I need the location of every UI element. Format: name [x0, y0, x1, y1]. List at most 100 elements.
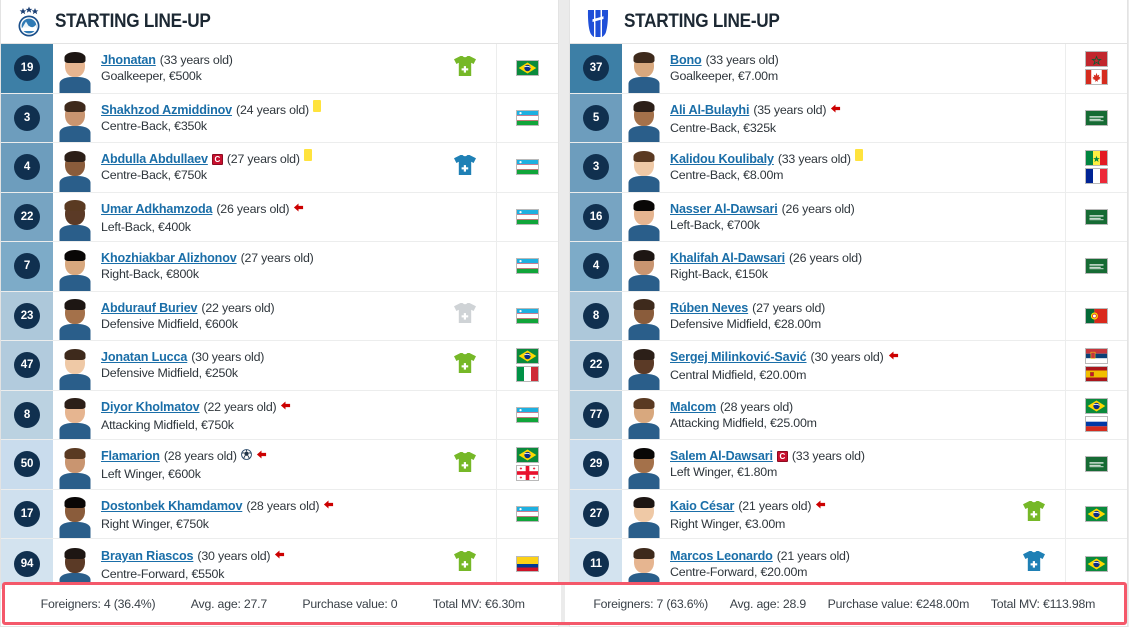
- player-row[interactable]: 3 Kalidou Koulibaly (33 years old) Centre-B…: [570, 143, 1127, 193]
- player-photo-cell[interactable]: [622, 440, 662, 489]
- flag-brazil-icon: [1085, 397, 1108, 414]
- player-name-link[interactable]: Abdulla Abdullaev: [101, 152, 208, 166]
- player-age: (26 years old): [781, 201, 855, 216]
- player-name-link[interactable]: Bono: [670, 53, 702, 67]
- jersey-plus-grey-icon[interactable]: [452, 302, 478, 329]
- substitution-icon-cell: [434, 44, 496, 93]
- yellow-card-icon: [854, 149, 863, 162]
- player-photo-cell[interactable]: [53, 341, 93, 390]
- player-name-link[interactable]: Ali Al-Bulayhi: [670, 103, 749, 117]
- player-photo-cell[interactable]: [622, 94, 662, 142]
- player-name-link[interactable]: Diyor Kholmatov: [101, 400, 200, 414]
- jersey-plus-green-icon[interactable]: [452, 352, 478, 379]
- substitution-icon-cell: [434, 94, 496, 143]
- player-name-link[interactable]: Sergej Milinković-Savić: [670, 350, 807, 364]
- player-photo-cell[interactable]: [53, 94, 93, 142]
- player-name-link[interactable]: Salem Al-Dawsari: [670, 449, 773, 463]
- summary-stat-item: Foreigners: 7 (63.6%): [593, 596, 709, 611]
- player-name-link[interactable]: Brayan Riascos: [101, 549, 194, 563]
- player-row[interactable]: 23 Abdurauf Buriev (22 years old) Defensive…: [1, 291, 558, 341]
- player-name-link[interactable]: Dostonbek Khamdamov: [101, 499, 242, 513]
- substitution-icon-cell: [434, 143, 496, 192]
- player-row[interactable]: 3 Shakhzod Azmiddinov (24 years old) Centre…: [1, 93, 558, 143]
- player-name-link[interactable]: Khozhiakbar Alizhonov: [101, 251, 237, 265]
- player-photo-cell[interactable]: [622, 341, 662, 390]
- player-row[interactable]: 8 Rúben Neves (27 years old) Defensive Midf…: [570, 291, 1127, 341]
- player-name-line: Brayan Riascos (30 years old): [101, 547, 434, 565]
- goal-scored-icon: [240, 447, 252, 465]
- jersey-plus-green-icon[interactable]: [452, 451, 478, 478]
- player-name-link[interactable]: Umar Adkhamzoda: [101, 202, 213, 216]
- player-photo-cell[interactable]: [622, 292, 662, 340]
- player-row[interactable]: 29 Salem Al-Dawsari C (33 years old) Left Wi…: [570, 440, 1127, 490]
- player-photo-cell[interactable]: [622, 391, 662, 439]
- player-age: (28 years old): [163, 449, 237, 464]
- player-name-link[interactable]: Flamarion: [101, 449, 160, 463]
- player-name-link[interactable]: Abdurauf Buriev: [101, 301, 198, 315]
- player-photo-cell[interactable]: [53, 193, 93, 241]
- shirt-number-cell: 22: [570, 341, 622, 390]
- player-row[interactable]: 8 Diyor Kholmatov (22 years old) Attacking …: [1, 390, 558, 440]
- flag-saudi-icon: [1085, 258, 1108, 275]
- player-row[interactable]: 22 Sergej Milinković-Savić (30 years old) C…: [570, 341, 1127, 391]
- substitution-icon-cell: [1003, 292, 1065, 341]
- player-photo-cell[interactable]: [53, 143, 93, 192]
- player-photo-cell[interactable]: [622, 143, 662, 192]
- player-position-value: Defensive Midfield, €600k: [101, 316, 238, 331]
- player-photo-cell[interactable]: [53, 44, 93, 93]
- player-photo-cell[interactable]: [53, 242, 93, 291]
- player-row[interactable]: 19 Jhonatan (33 years old) Goalkeeper, €500…: [1, 44, 558, 94]
- player-photo: [59, 247, 92, 291]
- player-age: (27 years old): [226, 152, 300, 167]
- player-photo-cell[interactable]: [622, 490, 662, 538]
- player-row[interactable]: 7 Khozhiakbar Alizhonov (27 years old) Righ…: [1, 242, 558, 292]
- player-name-link[interactable]: Kalidou Koulibaly: [670, 152, 774, 166]
- shirt-number-badge: 16: [583, 203, 609, 230]
- summary-stat-item: Foreigners: 4 (36.4%): [40, 596, 156, 611]
- player-name-link[interactable]: Jonatan Lucca: [101, 350, 187, 364]
- shirt-number-cell: 3: [1, 93, 53, 142]
- player-name-link[interactable]: Malcom: [670, 400, 716, 414]
- player-row[interactable]: 27 Kaio César (21 years old) Right Winger, …: [570, 489, 1127, 539]
- player-name-line: Umar Adkhamzoda (26 years old): [101, 200, 434, 218]
- player-photo-cell[interactable]: [53, 440, 93, 489]
- player-photo-cell[interactable]: [53, 391, 93, 439]
- player-row[interactable]: 37 Bono (33 years old) Goalkeeper, €7.00m: [570, 44, 1127, 94]
- player-row[interactable]: 17 Dostonbek Khamdamov (28 years old) Right…: [1, 489, 558, 539]
- player-row[interactable]: 50 Flamarion (28 years old) Left Winger, €6…: [1, 440, 558, 490]
- player-age: (28 years old): [246, 498, 320, 513]
- player-name-link[interactable]: Rúben Neves: [670, 301, 748, 315]
- player-row[interactable]: 16 Nasser Al-Dawsari (26 years old) Left-Ba…: [570, 192, 1127, 242]
- player-name-link[interactable]: Nasser Al-Dawsari: [670, 202, 778, 216]
- player-photo-cell[interactable]: [622, 44, 662, 93]
- player-name-link[interactable]: Marcos Leonardo: [670, 549, 773, 563]
- player-photo-cell[interactable]: [622, 242, 662, 291]
- player-name-link[interactable]: Jhonatan: [101, 53, 156, 67]
- jersey-plus-green-icon[interactable]: [452, 550, 478, 577]
- shirt-number-cell: 47: [1, 341, 53, 390]
- summary-stat-item: Purchase value: €248.00m: [827, 596, 970, 611]
- jersey-plus-green-icon[interactable]: [1021, 500, 1047, 527]
- player-row[interactable]: 22 Umar Adkhamzoda (26 years old) Left-Back…: [1, 192, 558, 242]
- player-age: (30 years old): [810, 350, 884, 365]
- shirt-number-cell: 77: [570, 390, 622, 439]
- player-row[interactable]: 47 Jonatan Lucca (30 years old) Defensive M…: [1, 341, 558, 391]
- player-photo-cell[interactable]: [53, 490, 93, 538]
- jersey-plus-green-icon[interactable]: [452, 55, 478, 82]
- player-photo-cell[interactable]: [622, 193, 662, 241]
- player-name-line: Khozhiakbar Alizhonov (27 years old): [101, 251, 434, 265]
- player-age: (24 years old): [236, 102, 309, 117]
- player-photo: [59, 296, 92, 340]
- jersey-plus-blue-icon[interactable]: [452, 154, 478, 181]
- jersey-plus-blue-icon[interactable]: [1021, 550, 1047, 577]
- player-name-link[interactable]: Kaio César: [670, 499, 734, 513]
- player-row[interactable]: 5 Ali Al-Bulayhi (35 years old) Centre-Back…: [570, 93, 1127, 143]
- player-name-link[interactable]: Shakhzod Azmiddinov: [101, 103, 232, 117]
- player-row[interactable]: 4 Abdulla Abdullaev C (27 years old) Centre-…: [1, 143, 558, 193]
- player-photo-cell[interactable]: [53, 292, 93, 340]
- player-name-link[interactable]: Khalifah Al-Dawsari: [670, 251, 785, 265]
- player-row[interactable]: 77 Malcom (28 years old) Attacking Midfield…: [570, 390, 1127, 440]
- player-row[interactable]: 4 Khalifah Al-Dawsari (26 years old) Right-…: [570, 242, 1127, 292]
- flag-brazil-icon: [1085, 505, 1108, 522]
- substituted-off-arrow-icon: [323, 497, 334, 515]
